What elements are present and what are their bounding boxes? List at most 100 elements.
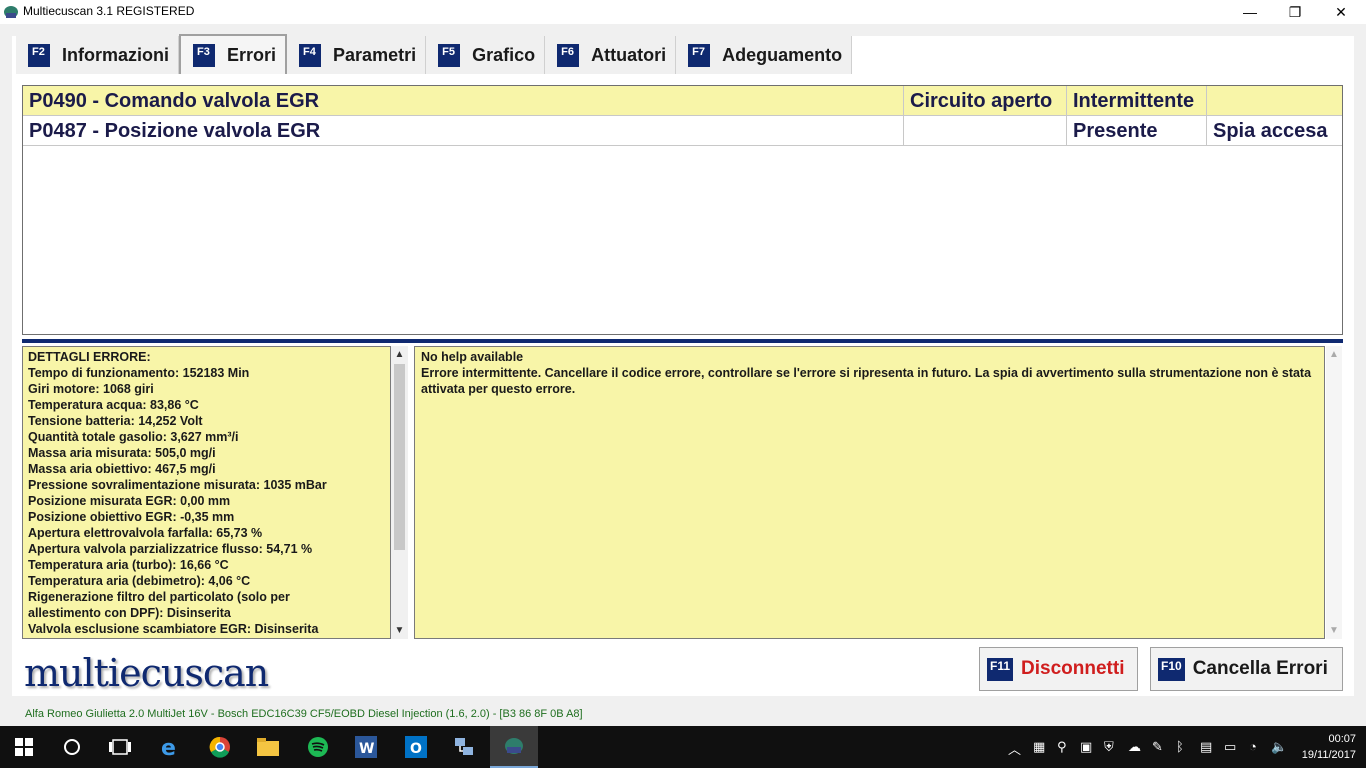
tray-display-icon[interactable]: ▣ [1080,739,1092,755]
close-button[interactable]: ✕ [1318,0,1364,24]
battery-icon[interactable]: ▭ [1224,739,1236,755]
tab-label: Attuatori [591,44,667,65]
outlook-icon: O [405,736,427,758]
clear-errors-button[interactable]: F10 Cancella Errori [1150,647,1343,691]
details-line: Giri motore: 1068 giri [28,382,154,396]
restore-button[interactable]: ❐ [1272,0,1318,24]
folder-icon [257,738,279,756]
fkey-badge: F2 [28,43,50,67]
help-panel: No help available Errore intermittente. … [414,346,1325,639]
details-line: Posizione obiettivo EGR: -0,35 mm [28,510,235,524]
error-code: P0490 - Comando valvola EGR [23,86,904,115]
taskbar-chrome[interactable] [196,726,244,768]
tab-adeguamento[interactable]: F7 Adeguamento [676,36,853,74]
details-line: Massa aria misurata: 505,0 mg/i [28,446,216,460]
tab-grafico[interactable]: F5 Grafico [426,36,546,74]
tray-security-icon[interactable]: ⛨ [1104,739,1114,755]
help-title: No help available [421,350,524,364]
search-button[interactable] [48,726,96,768]
tab-label: Grafico [472,44,536,65]
tray-usb-icon[interactable]: ⚲ [1057,739,1067,755]
details-line: Apertura elettrovalvola farfalla: 65,73 … [28,526,263,540]
multiecuscan-logo: multiecuscan [24,651,269,695]
cortana-icon [64,739,80,755]
details-line: Valvola esclusione scambiatore EGR: Disi… [28,622,319,636]
details-line: Pressione sovralimentazione misurata: 10… [28,478,327,492]
multiecuscan-icon [505,738,523,754]
details-line: Quantità totale gasolio: 3,627 mm³/i [28,430,239,444]
tab-attuatori[interactable]: F6 Attuatori [545,36,677,74]
title-bar: Multiecuscan 3.1 REGISTERED — ❐ ✕ [0,0,1366,24]
error-lamp [1207,86,1342,115]
error-row[interactable]: P0487 - Posizione valvola EGR Presente S… [23,116,1342,146]
fkey-badge: F11 [987,657,1014,681]
details-line: Temperatura aria (turbo): 16,66 °C [28,558,229,572]
details-line: Tempo di funzionamento: 152183 Min [28,366,250,380]
windows-icon [15,738,33,756]
details-line: Tensione batteria: 14,252 Volt [28,414,203,428]
tab-informazioni[interactable]: F2 Informazioni [16,36,179,74]
taskbar-multiecuscan[interactable] [490,726,538,768]
details-line: Massa aria obiettivo: 467,5 mg/i [28,462,216,476]
fkey-badge: F3 [193,43,215,67]
fkey-badge: F6 [557,43,580,67]
taskbar-network-app[interactable] [440,726,488,768]
fkey-badge: F5 [438,43,461,67]
fkey-badge: F4 [299,43,322,67]
details-line: Posizione misurata EGR: 0,00 mm [28,494,231,508]
minimize-button[interactable]: — [1227,0,1273,24]
scroll-down-icon[interactable]: ▼ [391,622,408,639]
tray-printer-icon[interactable]: ▤ [1200,739,1212,755]
scroll-down-icon[interactable]: ▼ [1326,622,1342,639]
taskbar-explorer[interactable] [244,726,292,768]
tab-parametri[interactable]: F4 Parametri [287,36,427,74]
taskbar-ie[interactable]: e [146,726,194,768]
error-state: Presente [1067,116,1207,145]
error-details-panel: DETTAGLI ERRORE: Tempo di funzionamento:… [22,346,391,639]
tab-label: Errori [227,44,277,65]
scroll-thumb[interactable] [394,364,405,550]
start-button[interactable] [0,726,48,768]
tray-tool-icon[interactable]: ✎ [1152,739,1163,755]
error-state: Intermittente [1067,86,1207,115]
tab-label: Parametri [333,44,417,65]
details-heading: DETTAGLI ERRORE: [28,350,151,364]
error-row[interactable]: P0490 - Comando valvola EGR Circuito ape… [23,86,1342,116]
system-clock[interactable]: 00:07 19/11/2017 [1302,731,1356,763]
clock-time: 00:07 [1328,733,1356,745]
taskbar-outlook[interactable]: O [392,726,440,768]
details-line: Temperatura aria (debimetro): 4,06 °C [28,574,251,588]
wifi-icon[interactable]: ◔ [1249,739,1257,754]
error-type: Circuito aperto [904,86,1067,115]
taskbar: e W O ︿ ▦ ⚲ ▣ ⛨ ☁ ✎ ᛒ ▤ ▭ ◔ 🔈 00:07 19/1… [0,726,1366,768]
taskbar-word[interactable]: W [342,726,390,768]
word-icon: W [355,736,377,758]
task-view-button[interactable] [96,726,144,768]
tray-bluetooth-icon[interactable]: ᛒ [1176,739,1184,754]
error-list: P0490 - Comando valvola EGR Circuito ape… [22,85,1343,335]
tray-chevron-icon[interactable]: ︿ [1008,739,1021,758]
help-scrollbar[interactable]: ▲ ▼ [1326,346,1342,639]
error-lamp: Spia accesa [1213,120,1328,142]
details-line: allestimento con DPF): Disinserita [28,606,231,620]
clear-errors-label: Cancella Errori [1192,658,1328,679]
task-view-icon [109,739,131,755]
tray-cloud-icon[interactable]: ☁ [1128,739,1141,755]
network-computers-icon [455,738,473,755]
scroll-up-icon[interactable]: ▲ [1326,346,1342,363]
clock-date: 19/11/2017 [1301,749,1356,761]
section-divider [22,339,1343,343]
scroll-up-icon[interactable]: ▲ [391,346,408,363]
disconnect-button[interactable]: F11 Disconnetti [979,647,1138,691]
taskbar-spotify[interactable] [294,726,342,768]
tray-app-icon[interactable]: ▦ [1033,739,1045,755]
fkey-badge: F10 [1158,657,1185,681]
details-scrollbar[interactable]: ▲ ▼ [391,346,408,639]
vehicle-info: Alfa Romeo Giulietta 2.0 MultiJet 16V - … [25,708,583,720]
tab-errori[interactable]: F3 Errori [179,34,288,74]
svg-text:O: O [410,741,422,757]
volume-icon[interactable]: 🔈 [1271,739,1287,755]
tab-label: Adeguamento [722,44,843,65]
help-text: Errore intermittente. Cancellare il codi… [421,366,1312,396]
details-line: Temperatura acqua: 83,86 °C [28,398,199,412]
